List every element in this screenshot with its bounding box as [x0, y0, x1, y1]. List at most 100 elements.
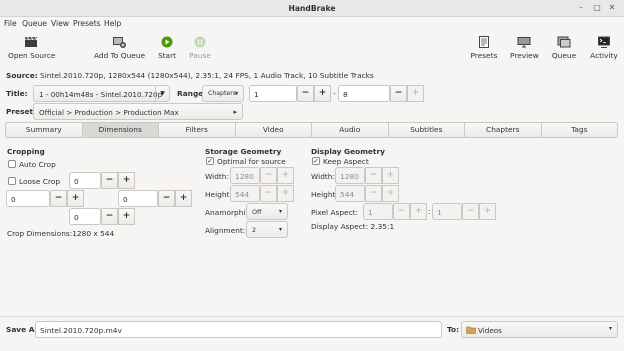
crop-left-decrement[interactable]: − — [50, 190, 67, 207]
keep-aspect-label: Keep Aspect — [323, 157, 369, 166]
tab-subtitles[interactable]: Subtitles — [389, 123, 465, 137]
title-select-value: 1 - 00h14m48s - Sintel.2010.720p — [39, 90, 163, 99]
range-start-input[interactable]: 1 — [249, 85, 297, 102]
loose-crop-label: Loose Crop — [19, 177, 61, 186]
chevron-right-icon: ▸ — [233, 108, 237, 116]
menu-presets[interactable]: Presets — [73, 19, 101, 28]
tab-audio[interactable]: Audio — [312, 123, 389, 137]
optimal-for-source-checkbox[interactable]: ✓ — [206, 157, 214, 165]
pixel-aspect-width-input[interactable]: 1 — [363, 203, 393, 220]
menu-file[interactable]: File — [4, 19, 17, 28]
play-icon — [161, 36, 173, 48]
cropping-heading: Cropping — [7, 147, 45, 156]
range-start-increment[interactable]: + — [314, 85, 331, 102]
close-icon[interactable]: ✕ — [607, 3, 617, 13]
pixel-aspect-height-decrement[interactable]: − — [462, 203, 479, 220]
alignment-value: 2 — [252, 226, 257, 234]
tab-filters[interactable]: Filters — [159, 123, 236, 137]
pause-icon — [194, 36, 206, 48]
range-end-increment[interactable]: + — [407, 85, 424, 102]
presets-button[interactable]: Presets — [470, 32, 498, 60]
crop-right-increment[interactable]: + — [175, 190, 192, 207]
save-as-input[interactable]: Sintel.2010.720p.m4v — [35, 321, 442, 338]
display-width-input[interactable]: 1280 — [335, 167, 365, 184]
crop-left-input[interactable]: 0 — [6, 190, 50, 207]
auto-crop-checkbox[interactable] — [8, 160, 16, 168]
crop-right-input[interactable]: 0 — [118, 190, 158, 207]
display-geometry-heading: Display Geometry — [311, 147, 385, 156]
range-type-value: Chapters: — [208, 90, 239, 97]
optimal-for-source-label: Optimal for source — [217, 157, 286, 166]
display-height-input[interactable]: 544 — [335, 185, 365, 202]
storage-height-decrement[interactable]: − — [260, 185, 277, 202]
chevron-down-icon: ▾ — [278, 226, 282, 233]
menu-view[interactable]: View — [51, 19, 69, 28]
menu-bar: File Queue View Presets Help — [0, 17, 624, 31]
storage-height-label: Height: — [205, 190, 232, 199]
activity-button[interactable]: Activity — [589, 32, 619, 60]
pixel-aspect-height-input[interactable]: 1 — [432, 203, 462, 220]
pixel-aspect-height-increment[interactable]: + — [479, 203, 496, 220]
loose-crop-checkbox[interactable] — [8, 177, 16, 185]
pixel-aspect-colon: : — [428, 207, 431, 216]
tab-video[interactable]: Video — [236, 123, 312, 137]
storage-width-decrement[interactable]: − — [260, 167, 277, 184]
crop-bottom-increment[interactable]: + — [118, 208, 135, 225]
display-height-decrement[interactable]: − — [365, 185, 382, 202]
range-dash: - — [333, 89, 336, 98]
storage-height-input[interactable]: 544 — [230, 185, 260, 202]
anamorphic-label: Anamorphic: — [205, 208, 253, 217]
preview-button[interactable]: Preview — [510, 32, 539, 60]
display-aspect: Display Aspect: 2.35:1 — [311, 222, 395, 231]
tab-bar: Summary Dimensions Filters Video Audio S… — [5, 122, 618, 138]
tab-tags[interactable]: Tags — [542, 123, 618, 137]
storage-width-input[interactable]: 1280 — [230, 167, 260, 184]
presets-icon — [479, 36, 489, 48]
menu-queue[interactable]: Queue — [22, 19, 47, 28]
activity-icon — [598, 36, 610, 48]
crop-top-input[interactable]: 0 — [69, 172, 101, 189]
open-source-button[interactable]: Open Source — [8, 32, 55, 60]
add-to-queue-button[interactable]: Add To Queue — [94, 32, 145, 60]
pixel-aspect-width-increment[interactable]: + — [410, 203, 427, 220]
alignment-select[interactable]: 2 ▾ — [246, 221, 288, 238]
crop-top-decrement[interactable]: − — [101, 172, 118, 189]
source-label: Source: — [6, 71, 38, 80]
pause-button[interactable]: Pause — [186, 32, 214, 60]
anamorphic-select[interactable]: Off ▾ — [246, 203, 288, 220]
preset-select[interactable]: Official > Production > Production Max ▸ — [33, 103, 243, 120]
tab-chapters[interactable]: Chapters — [465, 123, 542, 137]
title-select[interactable]: 1 - 00h14m48s - Sintel.2010.720p ▼ — [33, 85, 170, 102]
tab-summary[interactable]: Summary — [6, 123, 83, 137]
crop-top-increment[interactable]: + — [118, 172, 135, 189]
crop-right-decrement[interactable]: − — [158, 190, 175, 207]
source-value: Sintel.2010.720p, 1280x544 (1280x544), 2… — [40, 71, 374, 80]
storage-height-increment[interactable]: + — [277, 185, 294, 202]
maximize-icon[interactable]: □ — [592, 3, 602, 13]
crop-bottom-decrement[interactable]: − — [101, 208, 118, 225]
range-end-input[interactable]: 8 — [338, 85, 390, 102]
display-width-increment[interactable]: + — [382, 167, 399, 184]
range-end-decrement[interactable]: − — [390, 85, 407, 102]
range-start-decrement[interactable]: − — [297, 85, 314, 102]
tab-dimensions[interactable]: Dimensions — [82, 123, 159, 137]
pixel-aspect-width-decrement[interactable]: − — [393, 203, 410, 220]
auto-crop-label: Auto Crop — [19, 160, 56, 169]
crop-bottom-input[interactable]: 0 — [69, 208, 101, 225]
keep-aspect-checkbox[interactable]: ✓ — [312, 157, 320, 165]
display-width-decrement[interactable]: − — [365, 167, 382, 184]
clapperboard-icon — [25, 36, 38, 47]
menu-help[interactable]: Help — [104, 19, 121, 28]
start-button[interactable]: Start — [154, 32, 180, 60]
range-type-select[interactable]: Chapters: ▾ — [202, 85, 244, 102]
queue-button[interactable]: Queue — [550, 32, 578, 60]
minimize-icon[interactable]: – — [576, 3, 586, 13]
storage-geometry-heading: Storage Geometry — [205, 147, 282, 156]
alignment-label: Alignment: — [205, 226, 246, 235]
destination-folder-select[interactable]: Videos ▾ — [461, 321, 618, 338]
storage-width-increment[interactable]: + — [277, 167, 294, 184]
crop-left-increment[interactable]: + — [67, 190, 84, 207]
display-height-increment[interactable]: + — [382, 185, 399, 202]
window-title: HandBrake — [288, 4, 336, 13]
pixel-aspect-label: Pixel Aspect: — [311, 208, 359, 217]
